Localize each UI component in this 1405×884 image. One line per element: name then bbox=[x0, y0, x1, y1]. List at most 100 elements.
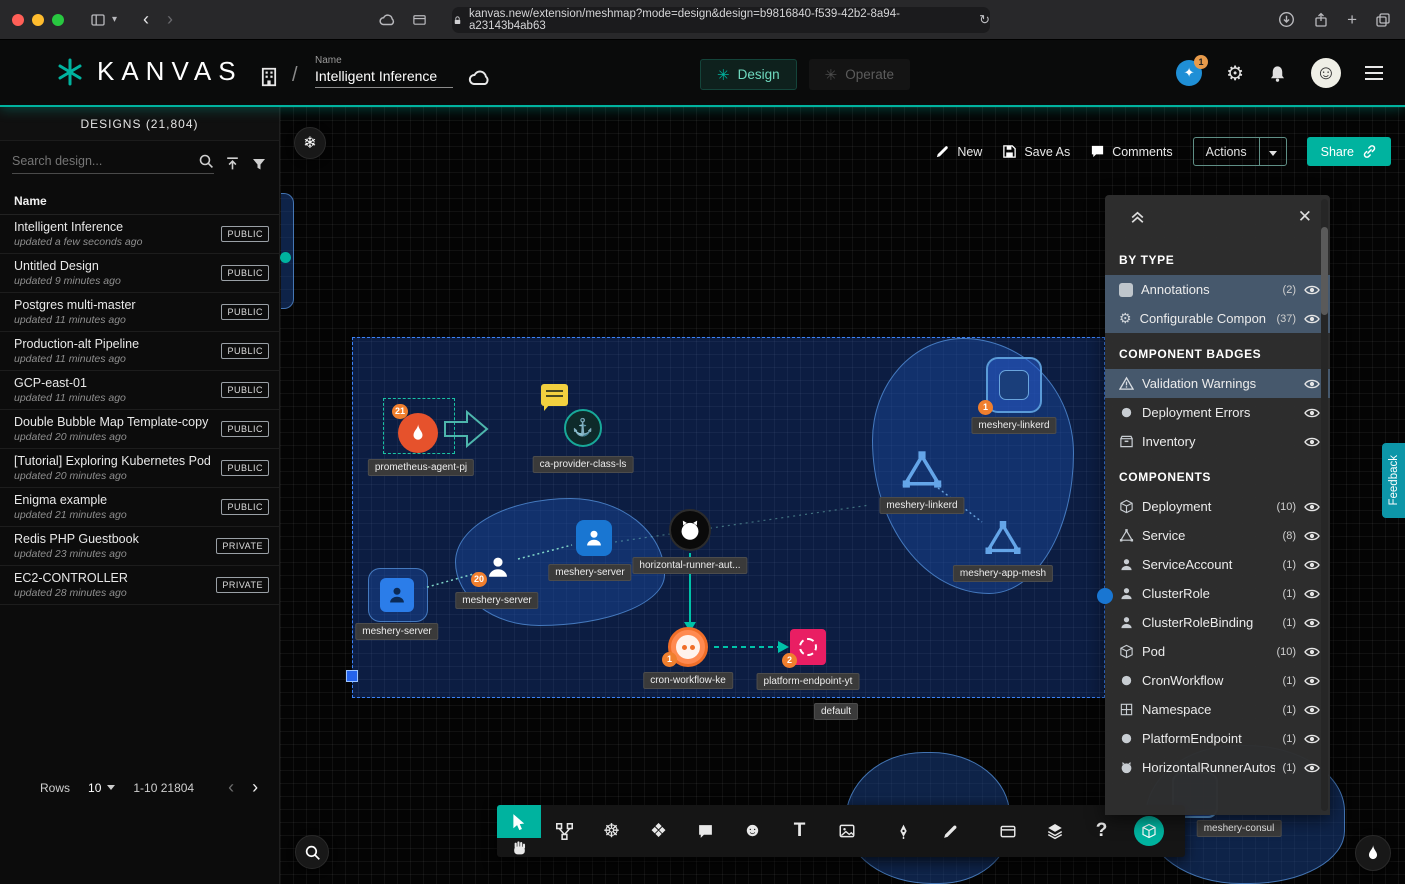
organization-icon[interactable] bbox=[258, 66, 280, 88]
visibility-eye-icon[interactable] bbox=[1304, 673, 1320, 689]
import-design-icon[interactable] bbox=[224, 155, 241, 172]
freeze-layout-button[interactable]: ❄ bbox=[294, 127, 326, 159]
design-row[interactable]: Untitled Designupdated 9 minutes ago PUB… bbox=[0, 254, 279, 293]
catalog-icon[interactable]: ✦ 1 bbox=[1176, 60, 1202, 86]
layers-tool[interactable] bbox=[1031, 805, 1078, 857]
tab-operate[interactable]: ✳ Operate bbox=[809, 59, 910, 90]
quick-actions-button[interactable] bbox=[1355, 835, 1391, 871]
tab-design[interactable]: ✳ Design bbox=[700, 59, 797, 90]
actions-caret-icon[interactable] bbox=[1260, 145, 1286, 159]
design-row[interactable]: Postgres multi-masterupdated 11 minutes … bbox=[0, 293, 279, 332]
sidebar-toggle-icon[interactable] bbox=[90, 12, 106, 28]
traffic-light-zoom[interactable] bbox=[52, 14, 64, 26]
downloads-icon[interactable] bbox=[1278, 11, 1295, 28]
design-row[interactable]: Intelligent Inferenceupdated a few secon… bbox=[0, 215, 279, 254]
panel-row-pod[interactable]: Pod (10) bbox=[1105, 637, 1330, 666]
panel-scrollbar-thumb[interactable] bbox=[1321, 227, 1328, 315]
zoom-button[interactable] bbox=[295, 835, 329, 869]
search-field[interactable] bbox=[12, 153, 214, 174]
new-tab-icon[interactable]: + bbox=[1347, 10, 1357, 30]
text-tool[interactable]: T bbox=[776, 805, 823, 857]
pencil-tool[interactable] bbox=[927, 805, 974, 857]
close-panel-icon[interactable]: ✕ bbox=[1298, 207, 1312, 227]
visibility-eye-icon[interactable] bbox=[1304, 615, 1320, 631]
node-meshery-server-1[interactable] bbox=[576, 520, 612, 556]
visibility-eye-icon[interactable] bbox=[1304, 731, 1320, 747]
visibility-eye-icon[interactable] bbox=[1304, 499, 1320, 515]
actions-dropdown[interactable]: Actions bbox=[1193, 137, 1287, 166]
new-design-button[interactable]: New bbox=[935, 144, 982, 159]
node-meshery-server-3[interactable] bbox=[380, 578, 414, 612]
share-button[interactable]: Share bbox=[1307, 137, 1391, 166]
design-row[interactable]: Double Bubble Map Template-copyupdated 2… bbox=[0, 410, 279, 449]
collapse-panel-icon[interactable] bbox=[1129, 209, 1146, 226]
visibility-eye-icon[interactable] bbox=[1304, 311, 1320, 327]
panel-row-clusterrolebinding[interactable]: ClusterRoleBinding (1) bbox=[1105, 608, 1330, 637]
panel-row-annotations[interactable]: Annotations (2) bbox=[1105, 275, 1330, 304]
media-tool[interactable] bbox=[823, 805, 870, 857]
node-linkerd-ns[interactable] bbox=[986, 357, 1042, 413]
design-row[interactable]: GCP-east-01updated 11 minutes ago PUBLIC bbox=[0, 371, 279, 410]
traffic-light-close[interactable] bbox=[12, 14, 24, 26]
visibility-eye-icon[interactable] bbox=[1304, 644, 1320, 660]
back-button[interactable]: ‹ bbox=[143, 9, 149, 30]
panel-row-validation-warnings[interactable]: Validation Warnings bbox=[1105, 369, 1330, 398]
pen-tool[interactable] bbox=[880, 805, 927, 857]
panel-row-namespace[interactable]: Namespace (1) bbox=[1105, 695, 1330, 724]
panel-row-platformendpoint[interactable]: PlatformEndpoint (1) bbox=[1105, 724, 1330, 753]
visibility-eye-icon[interactable] bbox=[1304, 557, 1320, 573]
design-row[interactable]: [Tutorial] Exploring Kubernetes Podupdat… bbox=[0, 449, 279, 488]
tab-overview-icon[interactable] bbox=[1375, 12, 1391, 28]
schema-tool[interactable] bbox=[541, 805, 588, 857]
node-app-mesh[interactable] bbox=[983, 518, 1023, 558]
reader-icon[interactable] bbox=[412, 12, 427, 27]
sidebar-chevron-icon[interactable]: ▾ bbox=[112, 14, 117, 25]
design-row[interactable]: Enigma exampleupdated 21 minutes ago PUB… bbox=[0, 488, 279, 527]
comment-tool[interactable] bbox=[682, 805, 729, 857]
forward-button[interactable]: › bbox=[167, 9, 173, 30]
comments-button[interactable]: Comments bbox=[1090, 144, 1172, 159]
share-sheet-icon[interactable] bbox=[1313, 12, 1329, 28]
node-prometheus[interactable] bbox=[398, 413, 438, 453]
design-row[interactable]: Redis PHP Guestbookupdated 23 minutes ag… bbox=[0, 527, 279, 566]
prev-page-button[interactable]: ‹ bbox=[228, 777, 234, 798]
panel-row-clusterrole[interactable]: ClusterRole (1) bbox=[1105, 579, 1330, 608]
visibility-eye-icon[interactable] bbox=[1304, 760, 1320, 776]
address-bar[interactable]: kanvas.new/extension/meshmap?mode=design… bbox=[452, 7, 990, 33]
panel-row-serviceaccount[interactable]: ServiceAccount (1) bbox=[1105, 550, 1330, 579]
panel-row-inventory[interactable]: Inventory bbox=[1105, 427, 1330, 456]
arrow-shape[interactable] bbox=[443, 408, 491, 450]
menu-hamburger-icon[interactable] bbox=[1365, 72, 1383, 74]
cloud-sync-icon[interactable] bbox=[467, 66, 491, 90]
node-github-runner[interactable] bbox=[669, 509, 711, 551]
visibility-eye-icon[interactable] bbox=[1304, 376, 1320, 392]
panel-row-cronworkflow[interactable]: CronWorkflow (1) bbox=[1105, 666, 1330, 695]
filter-icon[interactable] bbox=[251, 156, 267, 172]
traffic-light-minimize[interactable] bbox=[32, 14, 44, 26]
save-as-button[interactable]: Save As bbox=[1002, 144, 1070, 159]
panel-row-deployment-errors[interactable]: Deployment Errors bbox=[1105, 398, 1330, 427]
panel-row-service[interactable]: Service (8) bbox=[1105, 521, 1330, 550]
design-name-field[interactable]: Name Intelligent Inference bbox=[315, 55, 453, 88]
select-tool[interactable] bbox=[497, 805, 541, 838]
sticker-tool[interactable]: ☻ bbox=[729, 805, 776, 857]
visibility-eye-icon[interactable] bbox=[1304, 405, 1320, 421]
user-avatar[interactable]: ☺ bbox=[1311, 58, 1341, 88]
node-linkerd-tri[interactable] bbox=[900, 448, 944, 492]
reload-icon[interactable]: ↻ bbox=[979, 12, 990, 28]
node-meshery-server-2[interactable] bbox=[483, 552, 513, 582]
visibility-eye-icon[interactable] bbox=[1304, 586, 1320, 602]
pan-hand-icon[interactable] bbox=[511, 839, 528, 856]
panel-scrollbar[interactable] bbox=[1321, 199, 1328, 811]
visibility-eye-icon[interactable] bbox=[1304, 528, 1320, 544]
kubernetes-tool[interactable]: ☸ bbox=[588, 805, 635, 857]
comment-annotation-node[interactable] bbox=[541, 384, 568, 406]
feedback-tab[interactable]: Feedback bbox=[1382, 443, 1405, 518]
shapes-tool[interactable]: ❖ bbox=[635, 805, 682, 857]
visibility-eye-icon[interactable] bbox=[1304, 702, 1320, 718]
selection-handle[interactable] bbox=[346, 670, 358, 682]
design-name-value[interactable]: Intelligent Inference bbox=[315, 66, 453, 88]
icloud-icon[interactable] bbox=[378, 11, 396, 29]
next-page-button[interactable]: › bbox=[252, 777, 258, 798]
settings-gear-icon[interactable]: ⚙ bbox=[1226, 61, 1244, 86]
